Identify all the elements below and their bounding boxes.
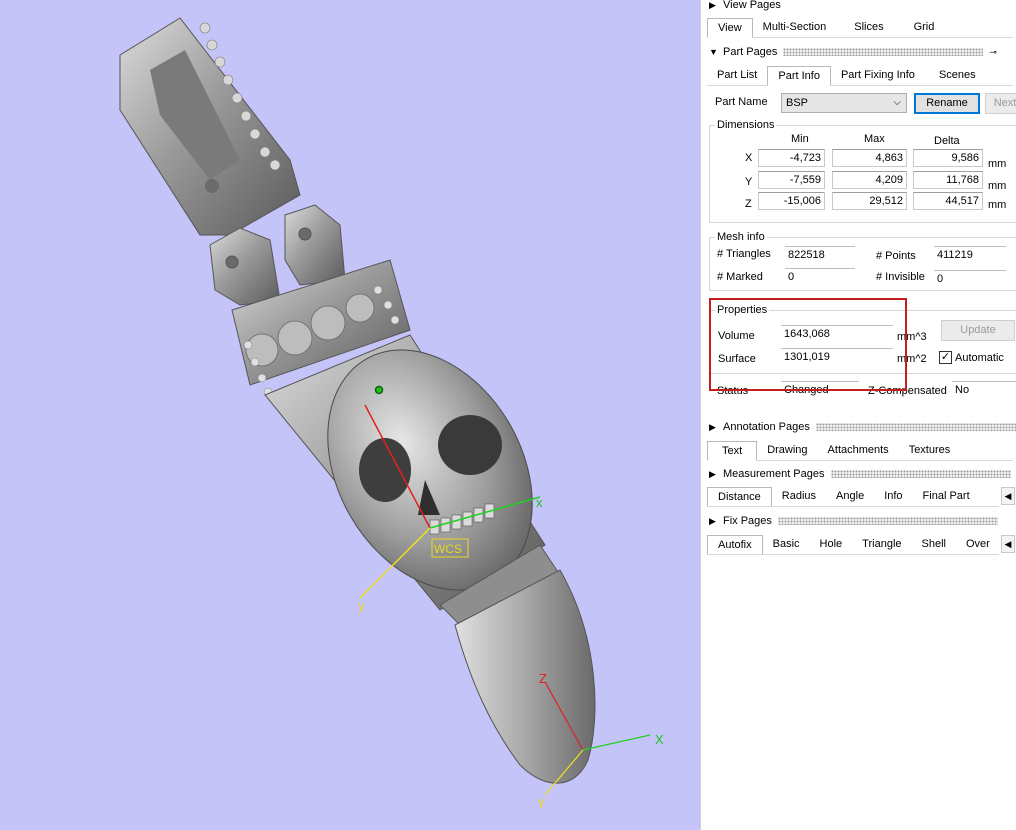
part-name-value: BSP [786, 97, 809, 109]
marked-field[interactable]: 0 [785, 268, 855, 286]
tab-distance[interactable]: Distance [707, 487, 772, 506]
grip-dots [777, 517, 998, 525]
measurement-pages-title: Measurement Pages [723, 468, 825, 480]
tab-shell[interactable]: Shell [912, 535, 956, 554]
tab-angle[interactable]: Angle [826, 487, 874, 506]
tab-info[interactable]: Info [874, 487, 912, 506]
part-axis-x-label: X [655, 732, 664, 747]
tab-multi-section[interactable]: Multi-Section [753, 18, 837, 38]
dim-x-unit: mm [988, 158, 1007, 170]
dim-y-unit: mm [988, 180, 1007, 192]
highlight-box [709, 298, 907, 391]
dim-axis-x: X [745, 152, 753, 164]
expand-triangle-icon: ▶ [709, 468, 716, 479]
view-pages-header[interactable]: ▶ View Pages [709, 0, 781, 13]
part-axis-y-label: Y [537, 796, 546, 811]
tab-over[interactable]: Over [956, 535, 999, 554]
dim-col-max: Max [864, 133, 885, 145]
automatic-checkbox[interactable]: ✓ [939, 351, 952, 364]
dim-axis-z: Z [745, 198, 752, 210]
grip-dots [815, 423, 1016, 431]
next-button[interactable]: Next [985, 93, 1016, 114]
grip-dots [830, 470, 1011, 478]
annotation-pages-header[interactable]: ▶ Annotation Pages [709, 419, 1016, 435]
grip-dots [783, 48, 984, 56]
tab-basic[interactable]: Basic [763, 535, 810, 554]
pin-icon[interactable]: ⊸ [989, 47, 997, 58]
chevron-down-icon: ⌵ [893, 97, 901, 108]
dim-axis-y: Y [745, 176, 753, 188]
tab-attachments[interactable]: Attachments [818, 441, 899, 461]
measurement-pages-tabs: Distance Radius Angle Info Final Part [707, 487, 999, 507]
axis-x-label: x [536, 495, 543, 510]
dim-y-min[interactable]: -7,559 [758, 171, 825, 189]
tab-scenes[interactable]: Scenes [925, 66, 986, 86]
view-pages-title: View Pages [723, 0, 781, 11]
tab-drawing[interactable]: Drawing [757, 441, 817, 461]
model-render: x y WCS Z X Y [119, 17, 664, 811]
tab-hole[interactable]: Hole [810, 535, 853, 554]
tabs-scroll-left-icon[interactable]: ◀ [1001, 535, 1015, 553]
wcs-label: WCS [434, 542, 462, 556]
dim-z-min[interactable]: -15,006 [758, 192, 825, 210]
dim-y-max[interactable]: 4,209 [832, 171, 907, 189]
marked-label: # Marked [717, 271, 763, 283]
dim-z-unit: mm [988, 199, 1007, 211]
collapse-triangle-icon: ▼ [709, 47, 718, 57]
tab-text[interactable]: Text [707, 441, 758, 461]
tab-part-fixing-info[interactable]: Part Fixing Info [831, 66, 925, 86]
tab-part-info[interactable]: Part Info [767, 66, 831, 86]
tab-final-part[interactable]: Final Part [913, 487, 980, 506]
dim-z-delta[interactable]: 44,517 [913, 192, 983, 210]
tab-textures[interactable]: Textures [899, 441, 961, 461]
measurement-pages-header[interactable]: ▶ Measurement Pages [709, 466, 1011, 482]
dim-x-delta[interactable]: 9,586 [913, 149, 983, 167]
points-field[interactable]: 411219 [934, 246, 1006, 264]
bail-loop [119, 17, 301, 236]
triangles-field[interactable]: 822518 [785, 246, 855, 264]
fix-pages-header[interactable]: ▶ Fix Pages [709, 513, 998, 529]
dim-z-max[interactable]: 29,512 [832, 192, 907, 210]
annotation-pages-title: Annotation Pages [723, 421, 810, 433]
fix-pages-title: Fix Pages [723, 515, 772, 527]
dim-x-min[interactable]: -4,723 [758, 149, 825, 167]
view-pages-tabs: View Multi-Section Slices Grid [707, 18, 1013, 38]
invisible-field[interactable]: 0 [934, 270, 1006, 288]
part-pages-title: Part Pages [723, 46, 778, 58]
tab-autofix[interactable]: Autofix [707, 535, 763, 554]
part-pages-tabs: Part List Part Info Part Fixing Info Sce… [707, 66, 1013, 86]
expand-triangle-icon: ▶ [709, 0, 716, 10]
dim-x-max[interactable]: 4,863 [832, 149, 907, 167]
tab-view[interactable]: View [707, 18, 753, 38]
properties-panel: ▶ View Pages View Multi-Section Slices G… [700, 0, 1016, 830]
tab-triangle[interactable]: Triangle [852, 535, 911, 554]
tab-radius[interactable]: Radius [772, 487, 826, 506]
automatic-label: Automatic [955, 352, 1004, 364]
annotation-pages-tabs: Text Drawing Attachments Textures [707, 441, 1013, 461]
fix-pages-tabs: Autofix Basic Hole Triangle Shell Over [707, 535, 999, 555]
expand-triangle-icon: ▶ [709, 421, 716, 432]
axis-y-label: y [358, 598, 365, 613]
tab-part-list[interactable]: Part List [707, 66, 767, 86]
z-compensated-field[interactable]: No [952, 381, 1016, 399]
part-name-select[interactable]: BSP ⌵ [781, 93, 907, 113]
dimensions-title: Dimensions [715, 119, 777, 131]
mesh-info-title: Mesh info [715, 231, 767, 243]
part-name-label: Part Name [715, 96, 768, 108]
3d-viewport[interactable]: x y WCS Z X Y [0, 0, 700, 830]
dim-col-delta: Delta [934, 135, 960, 147]
invisible-label: # Invisible [876, 271, 925, 283]
tabs-scroll-left-icon[interactable]: ◀ [1001, 487, 1015, 505]
update-button[interactable]: Update [941, 320, 1015, 341]
part-pages-header[interactable]: ▼ Part Pages ⊸ [709, 44, 997, 60]
dim-y-delta[interactable]: 11,768 [913, 171, 983, 189]
tab-grid[interactable]: Grid [894, 18, 945, 38]
tab-slices[interactable]: Slices [836, 18, 893, 38]
part-axis-z-label: Z [539, 671, 547, 686]
points-label: # Points [876, 250, 916, 262]
rename-button[interactable]: Rename [914, 93, 980, 114]
dim-col-min: Min [791, 133, 809, 145]
triangles-label: # Triangles [717, 248, 771, 260]
expand-triangle-icon: ▶ [709, 515, 716, 526]
